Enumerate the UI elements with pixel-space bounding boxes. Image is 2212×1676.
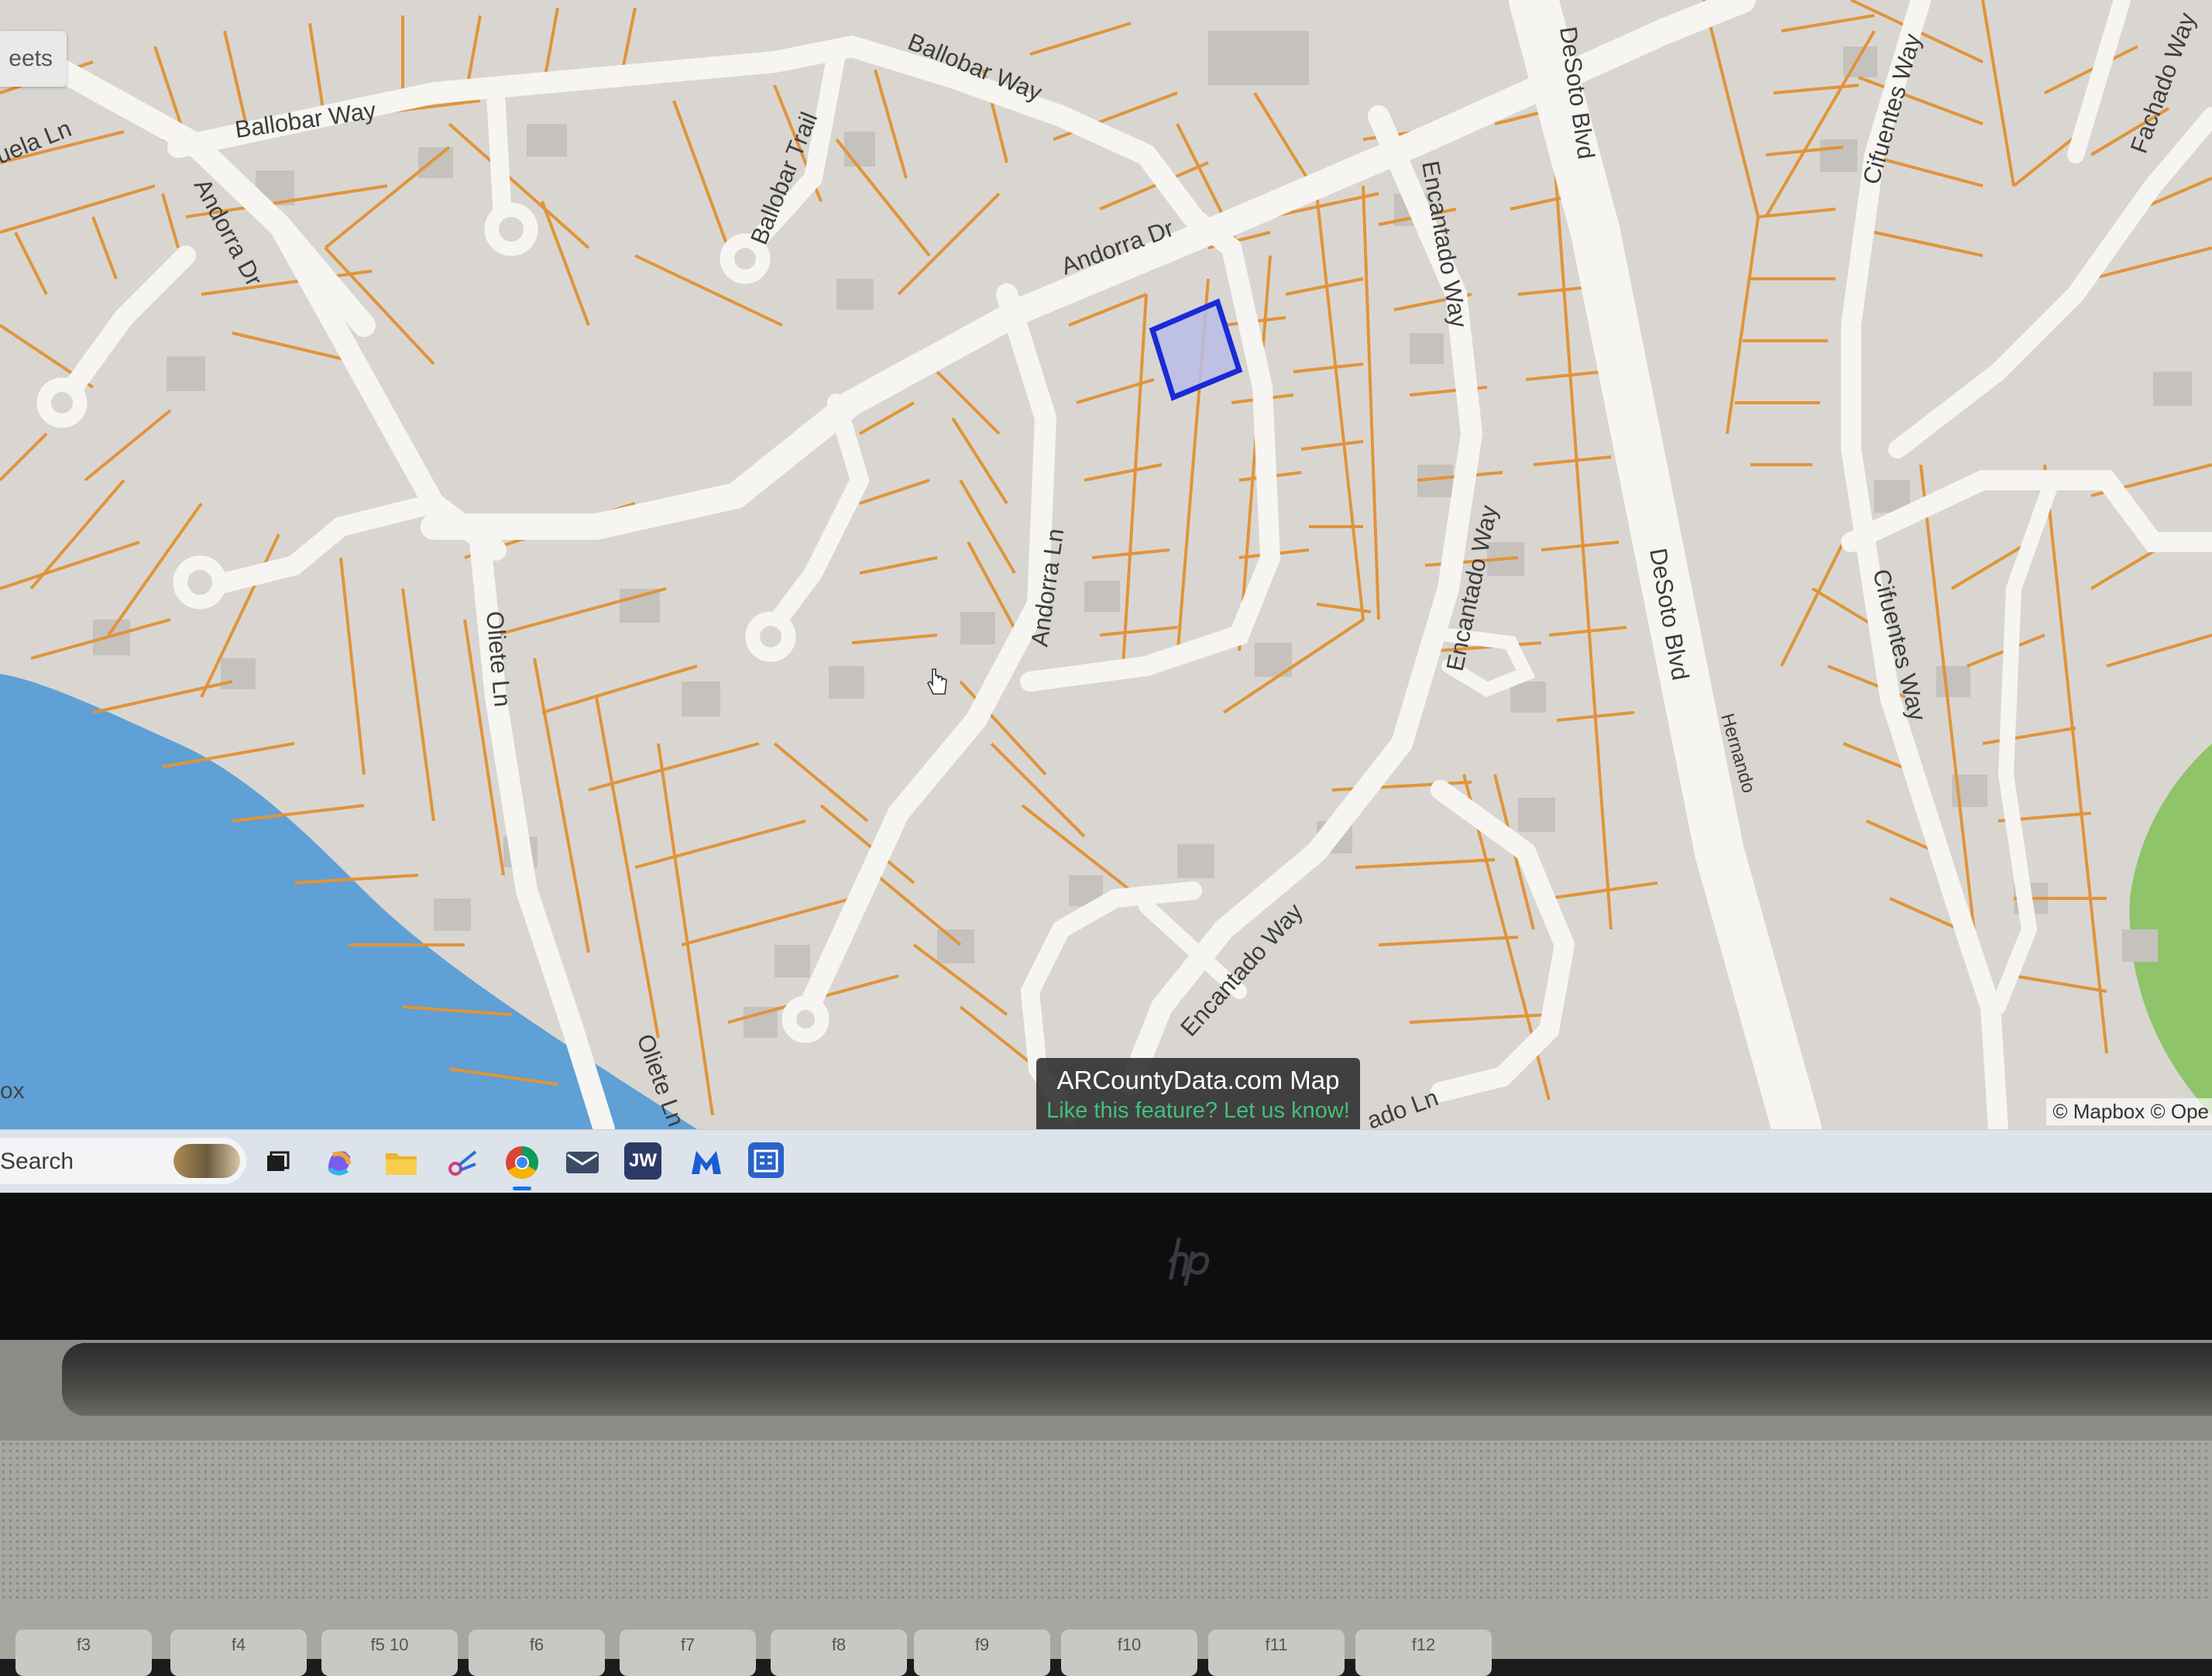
chrome-icon[interactable] <box>502 1142 542 1190</box>
mapbox-logo-fragment: ox <box>0 1078 25 1104</box>
feedback-banner: ARCountyData.com Map Like this feature? … <box>1036 1058 1360 1129</box>
search-highlight-icon <box>173 1144 240 1178</box>
snipping-tool-icon[interactable] <box>443 1142 483 1183</box>
key-f9[interactable]: f9 <box>914 1630 1050 1676</box>
key-f12[interactable]: f12 <box>1355 1630 1492 1676</box>
taskbar-search[interactable]: Search <box>0 1138 246 1184</box>
malwarebytes-icon[interactable] <box>686 1142 726 1183</box>
key-f5[interactable]: f5 10 <box>321 1630 458 1676</box>
key-f10[interactable]: f10 <box>1061 1630 1197 1676</box>
key-f6[interactable]: f6 <box>469 1630 605 1676</box>
jw-app-icon[interactable]: JW <box>624 1142 661 1180</box>
taskbar: Search JW <box>0 1129 2212 1193</box>
map-layer-button[interactable]: eets <box>0 31 67 87</box>
parcel-map[interactable]: Ballobar Way Ballobar Way Ballobar Trail… <box>0 0 2212 1129</box>
key-f7[interactable]: f7 <box>620 1630 756 1676</box>
file-explorer-icon[interactable] <box>381 1142 421 1183</box>
map-canvas[interactable]: Ballobar Way Ballobar Way Ballobar Trail… <box>0 0 2212 1129</box>
speaker-grille <box>0 1441 2212 1603</box>
laptop-bezel <box>0 1193 2212 1340</box>
banner-feedback-link[interactable]: Like this feature? Let us know! <box>1036 1098 1360 1124</box>
screen: Ballobar Way Ballobar Way Ballobar Trail… <box>0 0 2212 1193</box>
task-view-icon[interactable] <box>257 1142 297 1183</box>
map-attribution[interactable]: © Mapbox © Ope <box>2046 1098 2212 1125</box>
mail-app-icon[interactable] <box>562 1142 603 1183</box>
banner-title: ARCountyData.com Map <box>1056 1066 1340 1094</box>
function-key-row: f3 f4 f5 10 f6 f7 f8 f9 f10 f11 f12 <box>0 1630 2212 1676</box>
key-f11[interactable]: f11 <box>1208 1630 1345 1676</box>
laptop-hinge <box>0 1340 2212 1441</box>
key-f4[interactable]: f4 <box>170 1630 307 1676</box>
laptop-keyboard-deck: f3 f4 f5 10 f6 f7 f8 f9 f10 f11 f12 <box>0 1441 2212 1676</box>
search-label: Search <box>0 1149 74 1174</box>
hp-logo-icon <box>1169 1237 1210 1286</box>
calendar-app-icon[interactable] <box>748 1142 784 1178</box>
hinge-bar <box>62 1343 2212 1416</box>
key-f3[interactable]: f3 <box>15 1630 152 1676</box>
copilot-icon[interactable] <box>319 1142 359 1183</box>
key-f8[interactable]: f8 <box>771 1630 907 1676</box>
